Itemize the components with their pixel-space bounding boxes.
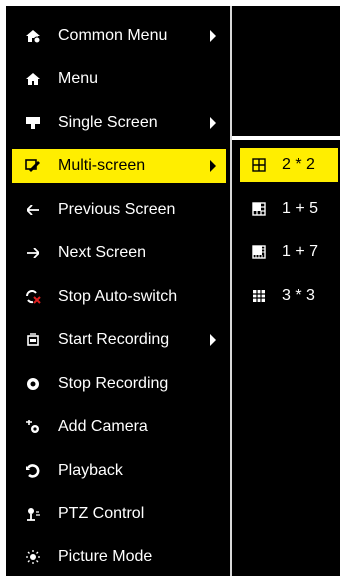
layout-1plus5-icon: [252, 202, 266, 216]
menu-item-label: Stop Auto-switch: [58, 288, 178, 305]
menu-item-label: Next Screen: [58, 244, 147, 261]
grid-2x2-icon: [252, 158, 266, 172]
menu-item-multi-screen[interactable]: Multi-screen: [12, 149, 226, 183]
chevron-right-icon: [210, 30, 216, 42]
stop-recording-icon: [22, 373, 44, 395]
submenu-item-3x3[interactable]: 3 * 3: [240, 279, 338, 313]
menu-item-label: Playback: [58, 462, 123, 479]
menu-item-common-menu[interactable]: Common Menu: [12, 19, 226, 53]
background-panel: [232, 320, 340, 576]
start-recording-icon: [22, 329, 44, 351]
ptz-control-icon: [22, 503, 44, 525]
stop-auto-switch-icon: [22, 286, 44, 308]
multi-screen-submenu: 2 * 2 1 + 5 1 + 7 3 * 3: [232, 140, 340, 320]
menu-item-label: Add Camera: [58, 418, 148, 435]
submenu-item-label: 1 + 5: [282, 200, 319, 217]
submenu-item-label: 3 * 3: [282, 287, 315, 304]
multi-screen-icon: [22, 155, 44, 177]
playback-icon: [22, 460, 44, 482]
menu-item-label: Multi-screen: [58, 157, 146, 174]
menu-item-label: Menu: [58, 70, 99, 87]
submenu-item-label: 2 * 2: [282, 156, 315, 173]
menu-item-label: Start Recording: [58, 331, 170, 348]
background-panel: [232, 6, 340, 136]
single-screen-icon: [22, 112, 44, 134]
common-menu-icon: [22, 25, 44, 47]
menu-item-stop-recording[interactable]: Stop Recording: [12, 367, 226, 401]
home-icon: [22, 68, 44, 90]
menu-item-single-screen[interactable]: Single Screen: [12, 106, 226, 140]
add-camera-icon: [22, 416, 44, 438]
menu-item-next-screen[interactable]: Next Screen: [12, 236, 226, 270]
chevron-right-icon: [210, 160, 216, 172]
menu-item-label: Single Screen: [58, 114, 158, 131]
menu-item-label: Previous Screen: [58, 201, 176, 218]
arrow-right-icon: [22, 242, 44, 264]
menu-item-add-camera[interactable]: Add Camera: [12, 410, 226, 444]
context-menu-root: Common Menu Menu Single Screen Multi-scr…: [0, 0, 340, 580]
menu-item-playback[interactable]: Playback: [12, 454, 226, 488]
context-menu: Common Menu Menu Single Screen Multi-scr…: [6, 6, 232, 576]
menu-item-menu[interactable]: Menu: [12, 62, 226, 96]
menu-item-picture-mode[interactable]: Picture Mode: [12, 540, 226, 574]
menu-item-label: PTZ Control: [58, 505, 145, 522]
grid-3x3-icon: [252, 289, 266, 303]
arrow-left-icon: [22, 199, 44, 221]
chevron-right-icon: [210, 117, 216, 129]
menu-item-label: Common Menu: [58, 27, 168, 44]
menu-item-previous-screen[interactable]: Previous Screen: [12, 193, 226, 227]
menu-item-label: Stop Recording: [58, 375, 169, 392]
menu-item-stop-auto-switch[interactable]: Stop Auto-switch: [12, 280, 226, 314]
menu-item-label: Picture Mode: [58, 548, 153, 565]
picture-mode-icon: [22, 546, 44, 568]
menu-item-ptz-control[interactable]: PTZ Control: [12, 497, 226, 531]
submenu-item-1plus7[interactable]: 1 + 7: [240, 235, 338, 269]
layout-1plus7-icon: [252, 245, 266, 259]
chevron-right-icon: [210, 334, 216, 346]
submenu-item-1plus5[interactable]: 1 + 5: [240, 192, 338, 226]
submenu-item-label: 1 + 7: [282, 243, 319, 260]
submenu-item-2x2[interactable]: 2 * 2: [240, 148, 338, 182]
menu-item-start-recording[interactable]: Start Recording: [12, 323, 226, 357]
